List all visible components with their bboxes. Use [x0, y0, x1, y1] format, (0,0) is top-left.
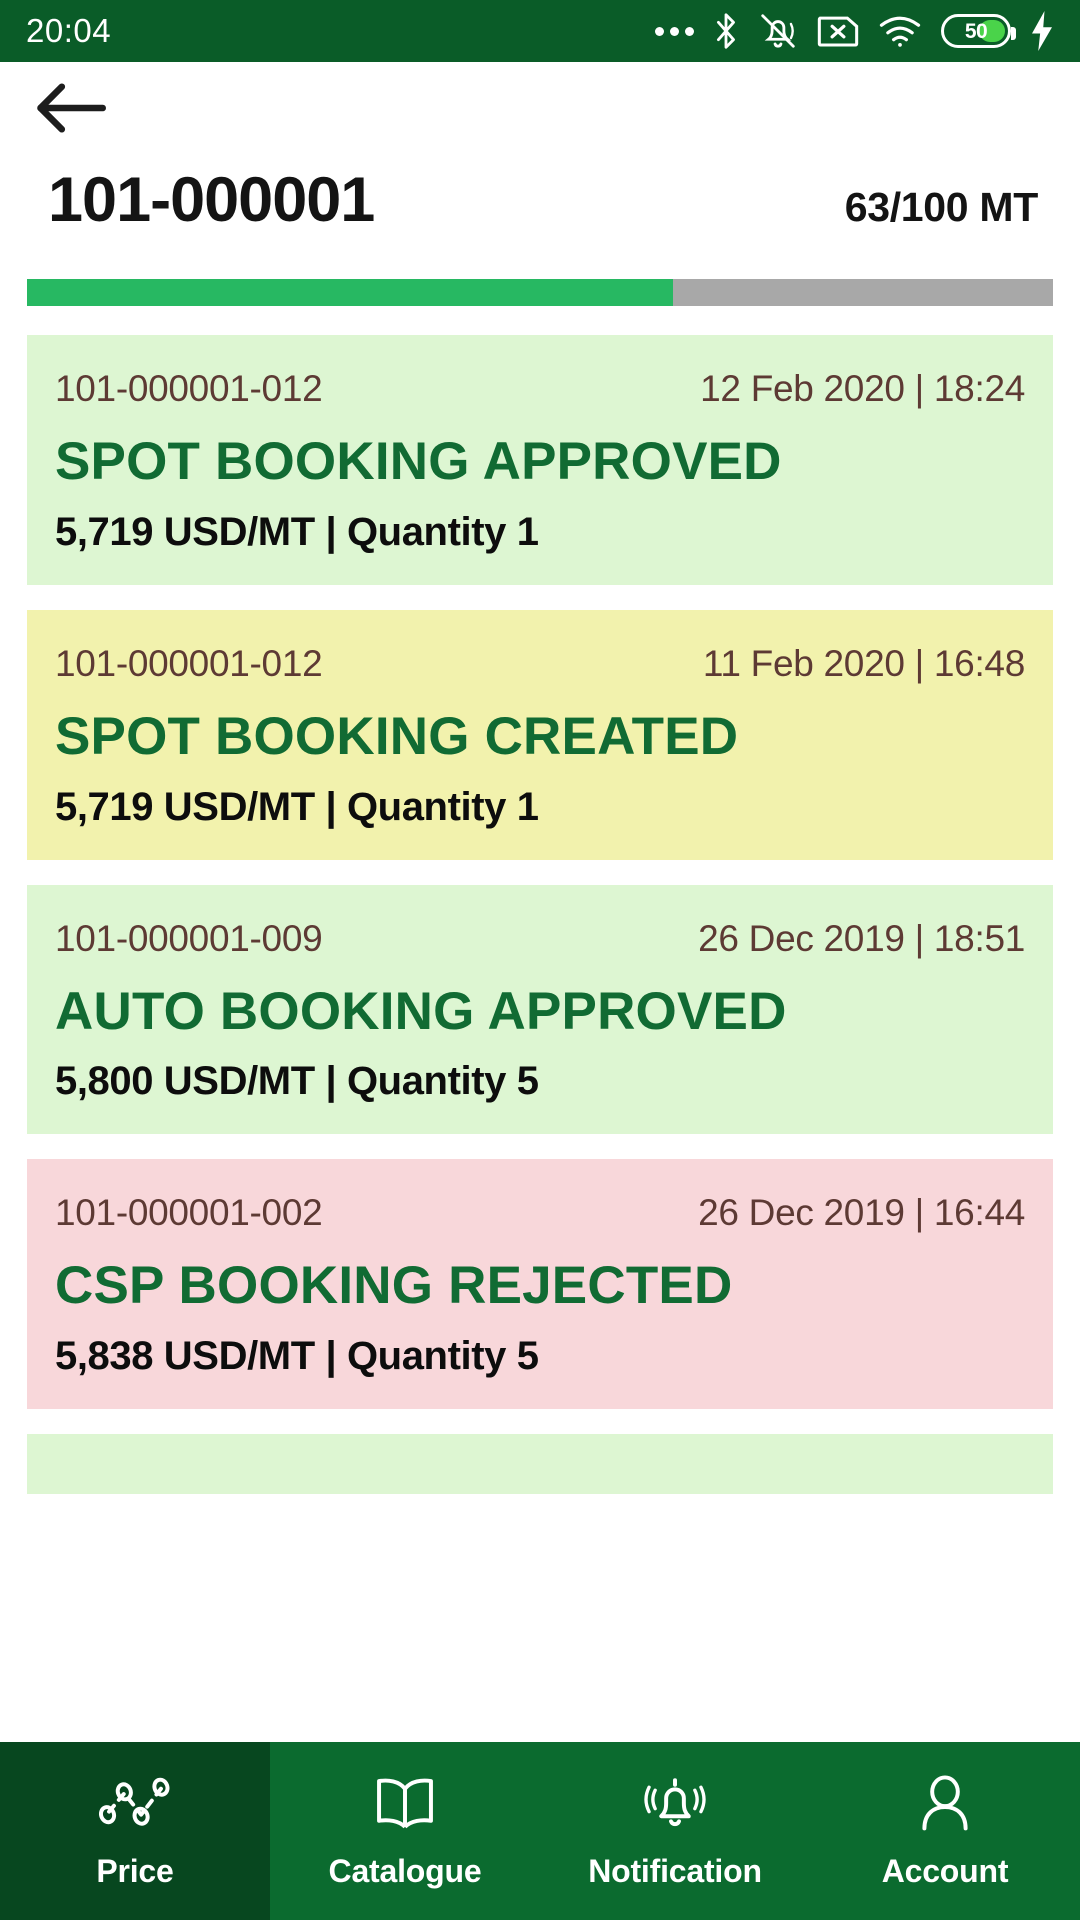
nav-item-account[interactable]: Account [810, 1742, 1080, 1920]
booking-card-5-partial[interactable] [27, 1433, 1053, 1494]
booking-datetime: 12 Feb 2020 | 18:24 [700, 368, 1025, 410]
charging-bolt-icon [1030, 11, 1054, 51]
bell-ring-icon [641, 1773, 709, 1835]
booking-meta: 5,800 USD/MT | Quantity 5 [55, 1059, 539, 1104]
booking-reference: 101-000001-002 [55, 1192, 323, 1234]
sim-card-error-icon [817, 14, 859, 48]
booking-meta: 5,719 USD/MT | Quantity 1 [55, 784, 539, 829]
nav-item-notification[interactable]: Notification [540, 1742, 810, 1920]
booking-meta: 5,838 USD/MT | Quantity 5 [55, 1333, 539, 1378]
nav-item-catalogue[interactable]: Catalogue [270, 1742, 540, 1920]
status-clock: 20:04 [26, 12, 112, 49]
vibrate-off-icon [758, 11, 798, 51]
booking-card-1[interactable]: 101-000001-012 12 Feb 2020 | 18:24 SPOT … [27, 335, 1053, 585]
ellipsis-icon [655, 26, 694, 36]
person-icon [916, 1773, 974, 1835]
quantity-summary: 63/100 MT [844, 184, 1039, 230]
nav-label-notification: Notification [588, 1852, 762, 1889]
booking-datetime: 11 Feb 2020 | 16:48 [702, 642, 1025, 684]
booking-meta: 5,719 USD/MT | Quantity 1 [55, 509, 539, 554]
nav-item-price[interactable]: Price [0, 1742, 270, 1920]
booking-card-4[interactable]: 101-000001-002 26 Dec 2019 | 16:44 CSP B… [27, 1159, 1053, 1409]
nav-label-price: Price [96, 1852, 174, 1889]
booking-datetime: 26 Dec 2019 | 16:44 [698, 1192, 1025, 1234]
nav-label-account: Account [881, 1852, 1009, 1889]
back-arrow-icon [34, 80, 106, 141]
battery-icon: 50 [941, 14, 1016, 48]
booking-card-header: 101-000001-012 12 Feb 2020 | 18:24 [55, 368, 1025, 410]
bottom-navigation: Price Catalogue Notification Account [0, 1742, 1080, 1920]
app-bar [0, 62, 1080, 158]
wifi-icon [878, 14, 922, 48]
booking-card-header: 101-000001-009 26 Dec 2019 | 18:51 [55, 918, 1025, 960]
battery-level: 50 [964, 19, 988, 43]
back-button[interactable] [34, 78, 114, 142]
booking-list[interactable]: 101-000001-012 12 Feb 2020 | 18:24 SPOT … [0, 335, 1080, 1494]
booking-reference: 101-000001-012 [55, 642, 323, 684]
booking-card-header: 101-000001-002 26 Dec 2019 | 16:44 [55, 1192, 1025, 1234]
order-progress-bar [27, 279, 1053, 307]
booking-status: SPOT BOOKING APPROVED [55, 432, 782, 492]
booking-status: CSP BOOKING REJECTED [55, 1256, 733, 1316]
order-header: 101-000001 63/100 MT [0, 158, 1080, 235]
open-book-icon [374, 1773, 436, 1835]
booking-reference: 101-000001-009 [55, 917, 323, 959]
nav-label-catalogue: Catalogue [328, 1852, 482, 1889]
booking-reference: 101-000001-012 [55, 368, 323, 410]
bluetooth-icon [713, 11, 739, 51]
status-icon-tray: 50 [655, 11, 1054, 51]
booking-card-2[interactable]: 101-000001-012 11 Feb 2020 | 16:48 SPOT … [27, 609, 1053, 860]
booking-datetime: 26 Dec 2019 | 18:51 [698, 917, 1025, 959]
booking-card-3[interactable]: 101-000001-009 26 Dec 2019 | 18:51 AUTO … [27, 884, 1053, 1135]
status-bar: 20:04 50 [0, 0, 1080, 62]
booking-status: AUTO BOOKING APPROVED [55, 981, 787, 1041]
page-title: 101-000001 [48, 165, 375, 235]
booking-card-header: 101-000001-012 11 Feb 2020 | 16:48 [55, 643, 1025, 685]
order-progress-fill [27, 279, 674, 307]
line-chart-icon [99, 1773, 171, 1835]
booking-status: SPOT BOOKING CREATED [55, 706, 739, 766]
